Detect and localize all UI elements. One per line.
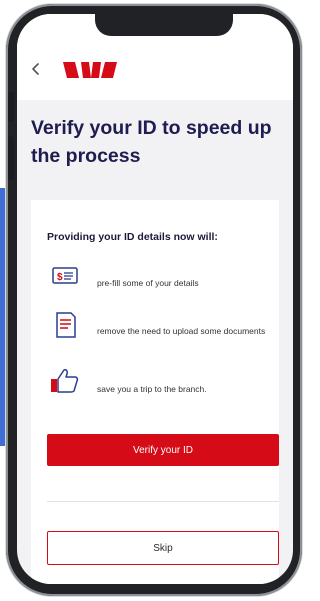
westpac-logo	[59, 58, 121, 82]
page-title: Verify your ID to speed up the process	[31, 117, 272, 167]
verify-id-button[interactable]: Verify your ID	[47, 434, 279, 466]
thumbs-up-icon	[49, 366, 79, 394]
dollar-card-icon: $	[51, 262, 81, 290]
chevron-left-icon	[25, 58, 47, 80]
phone-side-button	[8, 136, 14, 180]
phone-screen: Verify your ID to speed up the process P…	[17, 14, 293, 584]
card-heading: Providing your ID details now will:	[47, 231, 218, 243]
back-button[interactable]	[25, 58, 47, 80]
divider	[47, 501, 279, 502]
phone-notch	[95, 14, 233, 36]
benefit-text: remove the need to upload some documents	[97, 326, 266, 336]
benefit-text: save you a trip to the branch.	[97, 384, 207, 394]
svg-text:$: $	[57, 272, 63, 283]
phone-side-button	[8, 92, 14, 122]
document-icon	[51, 310, 81, 338]
benefit-text: pre-fill some of your details	[97, 278, 199, 288]
skip-button[interactable]: Skip	[47, 531, 279, 565]
